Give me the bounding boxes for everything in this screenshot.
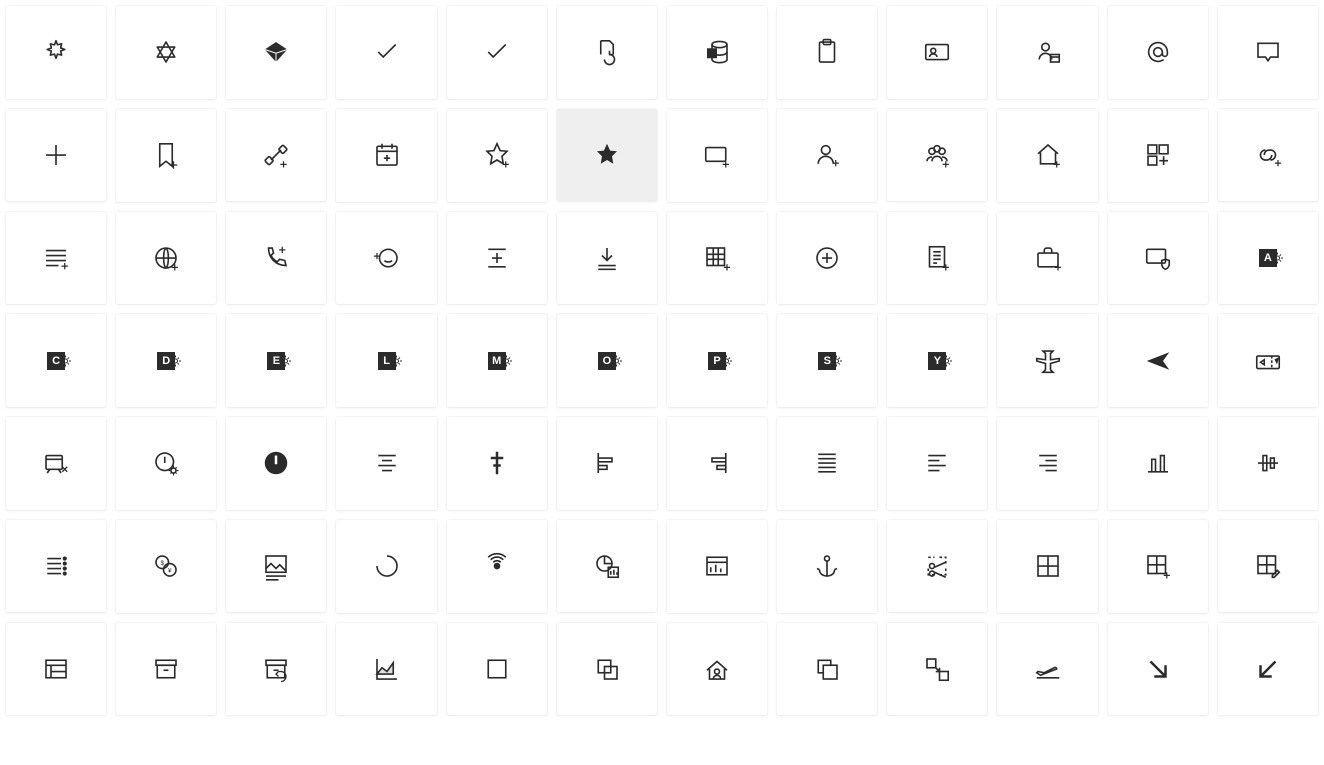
archive-undo-icon[interactable] [226,623,326,716]
favorite-star-fill-icon[interactable] [557,109,657,202]
align-center-icon[interactable] [336,417,436,510]
add-friend-icon[interactable] [777,109,877,202]
arrange-by-from-icon[interactable] [887,623,987,716]
tiles-edit-icon[interactable] [1218,520,1318,613]
home-group-icon[interactable] [667,623,767,716]
contact-card-icon[interactable] [887,6,987,99]
align-text-right-icon[interactable] [997,417,1097,510]
admin-y-logo-icon[interactable]: Y [887,314,987,407]
arrow-down-right-icon[interactable] [1108,623,1208,716]
add-home-icon[interactable] [997,109,1097,202]
account-management-icon[interactable] [997,6,1097,99]
all-apps-list-icon[interactable] [6,520,106,613]
admin-o-logo-icon[interactable]: O [557,314,657,407]
svg-text:¥: ¥ [168,567,172,574]
align-horizontal-center-icon[interactable] [447,417,547,510]
align-text-left-icon[interactable] [887,417,987,510]
add-reaction-icon[interactable] [336,212,436,305]
square-outline-icon[interactable] [447,623,547,716]
area-chart-icon[interactable] [336,623,436,716]
analytics-view-icon[interactable] [667,520,767,613]
arrange-front-icon[interactable] [777,623,877,716]
download-to-line-icon[interactable] [557,212,657,305]
anchor-lock-icon[interactable] [777,520,877,613]
annotation-icon[interactable] [1218,6,1318,99]
signal-radar-icon[interactable] [447,520,547,613]
svg-text:A: A [709,49,715,58]
alert-solid-icon[interactable] [226,417,326,510]
admin-a-logo-icon[interactable]: A [1218,212,1318,305]
add-screen-shield-icon[interactable] [1108,212,1208,305]
add-notes-icon[interactable] [6,212,106,305]
align-bottom-bars-icon[interactable] [1108,417,1208,510]
checkmark-icon[interactable] [336,6,436,99]
snip-tool-icon[interactable] [887,520,987,613]
document-recurring-icon[interactable] [557,6,657,99]
add-link-icon[interactable] [1218,109,1318,202]
admin-p-logo-icon[interactable]: P [667,314,767,407]
airplane-solid-icon[interactable] [1108,314,1208,407]
image-alt-text-icon[interactable] [226,520,326,613]
add-table-icon[interactable] [667,212,767,305]
diamond-3d-icon[interactable] [226,6,326,99]
align-left-edge-icon[interactable] [557,417,657,510]
alert-settings-icon[interactable] [116,417,216,510]
add-icon[interactable] [6,109,106,202]
departure-icon[interactable] [997,623,1097,716]
add-bookmark-icon[interactable] [116,109,216,202]
airplane-outline-icon[interactable] [997,314,1097,407]
admin-s-logo-icon[interactable]: S [777,314,877,407]
admin-c-logo-icon[interactable]: C [6,314,106,407]
alarm-clock-cancel-icon[interactable] [6,417,106,510]
admin-l-logo-icon[interactable]: L [336,314,436,407]
add-screen-icon[interactable] [667,109,767,202]
add-phone-icon[interactable] [226,212,326,305]
clipboard-icon[interactable] [777,6,877,99]
arrange-behind-icon[interactable] [557,623,657,716]
news-layout-icon[interactable] [6,623,106,716]
arrow-down-left-icon[interactable] [1218,623,1318,716]
icon-grid: A A CDELMOPSY $¥ [6,6,1318,715]
tiles-four-icon[interactable] [997,520,1097,613]
admin-e-logo-icon[interactable]: E [226,314,326,407]
analytics-report-icon[interactable] [557,520,657,613]
tiles-add-icon[interactable] [1108,520,1208,613]
align-vertical-center-tall-icon[interactable] [1218,417,1318,510]
add-circle-icon[interactable] [777,212,877,305]
access-database-icon[interactable]: A [667,6,767,99]
align-right-edge-icon[interactable] [667,417,767,510]
add-document-plus-icon[interactable] [887,212,987,305]
add-group-icon[interactable] [887,109,987,202]
star-of-david-icon[interactable] [116,6,216,99]
all-currency-icon[interactable]: $¥ [116,520,216,613]
admin-m-logo-icon[interactable]: M [447,314,547,407]
add-work-icon[interactable] [997,212,1097,305]
at-sign-icon[interactable] [1108,6,1208,99]
add-connection-icon[interactable] [226,109,326,202]
add-online-meeting-icon[interactable] [116,212,216,305]
archive-box-icon[interactable] [116,623,216,716]
sun-outline-icon[interactable] [6,6,106,99]
progress-ring-icon[interactable] [336,520,436,613]
checkmark-icon[interactable] [447,6,547,99]
air-tickets-icon[interactable] [1218,314,1318,407]
add-event-icon[interactable] [336,109,436,202]
admin-d-logo-icon[interactable]: D [116,314,216,407]
align-justify-icon[interactable] [777,417,877,510]
add-in-tiles-icon[interactable] [1108,109,1208,202]
svg-text:$: $ [161,560,165,567]
add-favorite-star-icon[interactable] [447,109,547,202]
align-distribute-vertical-icon[interactable] [447,212,547,305]
